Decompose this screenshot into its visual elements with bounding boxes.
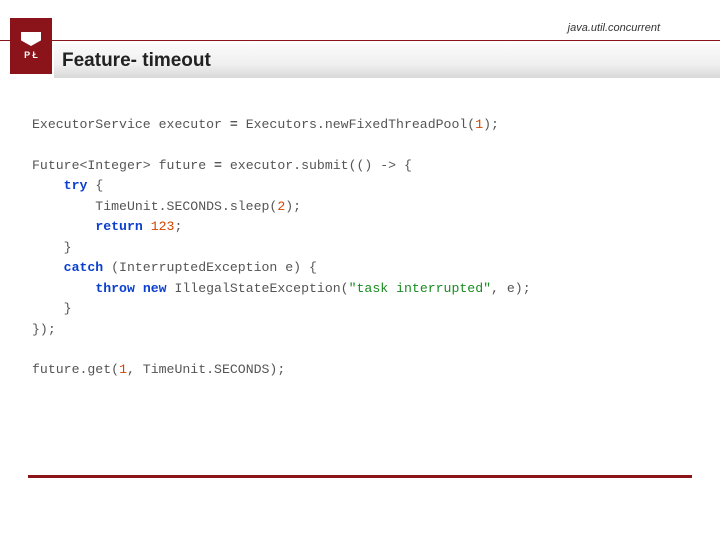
code-line: TimeUnit.SECONDS.sleep(2); — [32, 199, 301, 214]
title-bar: Feature- timeout — [54, 44, 720, 78]
code-line: try { — [32, 178, 103, 193]
code-line: }); — [32, 322, 56, 337]
header-divider — [0, 40, 720, 41]
code-line: catch (InterruptedException e) { — [32, 260, 317, 275]
code-block: ExecutorService executor = Executors.new… — [32, 115, 690, 381]
code-line: return 123; — [32, 219, 182, 234]
code-line: throw new IllegalStateException("task in… — [32, 281, 531, 296]
package-label: java.util.concurrent — [568, 22, 660, 34]
logo-block: P Ł — [10, 18, 52, 74]
code-line: } — [32, 240, 72, 255]
code-line: Future<Integer> future = executor.submit… — [32, 158, 412, 173]
logo-letters: P Ł — [24, 50, 38, 60]
slide-title: Feature- timeout — [62, 50, 211, 72]
footer-divider — [28, 475, 692, 478]
code-line: future.get(1, TimeUnit.SECONDS); — [32, 362, 285, 377]
code-line: ExecutorService executor = Executors.new… — [32, 117, 499, 132]
code-line: } — [32, 301, 72, 316]
shield-icon — [21, 32, 41, 46]
